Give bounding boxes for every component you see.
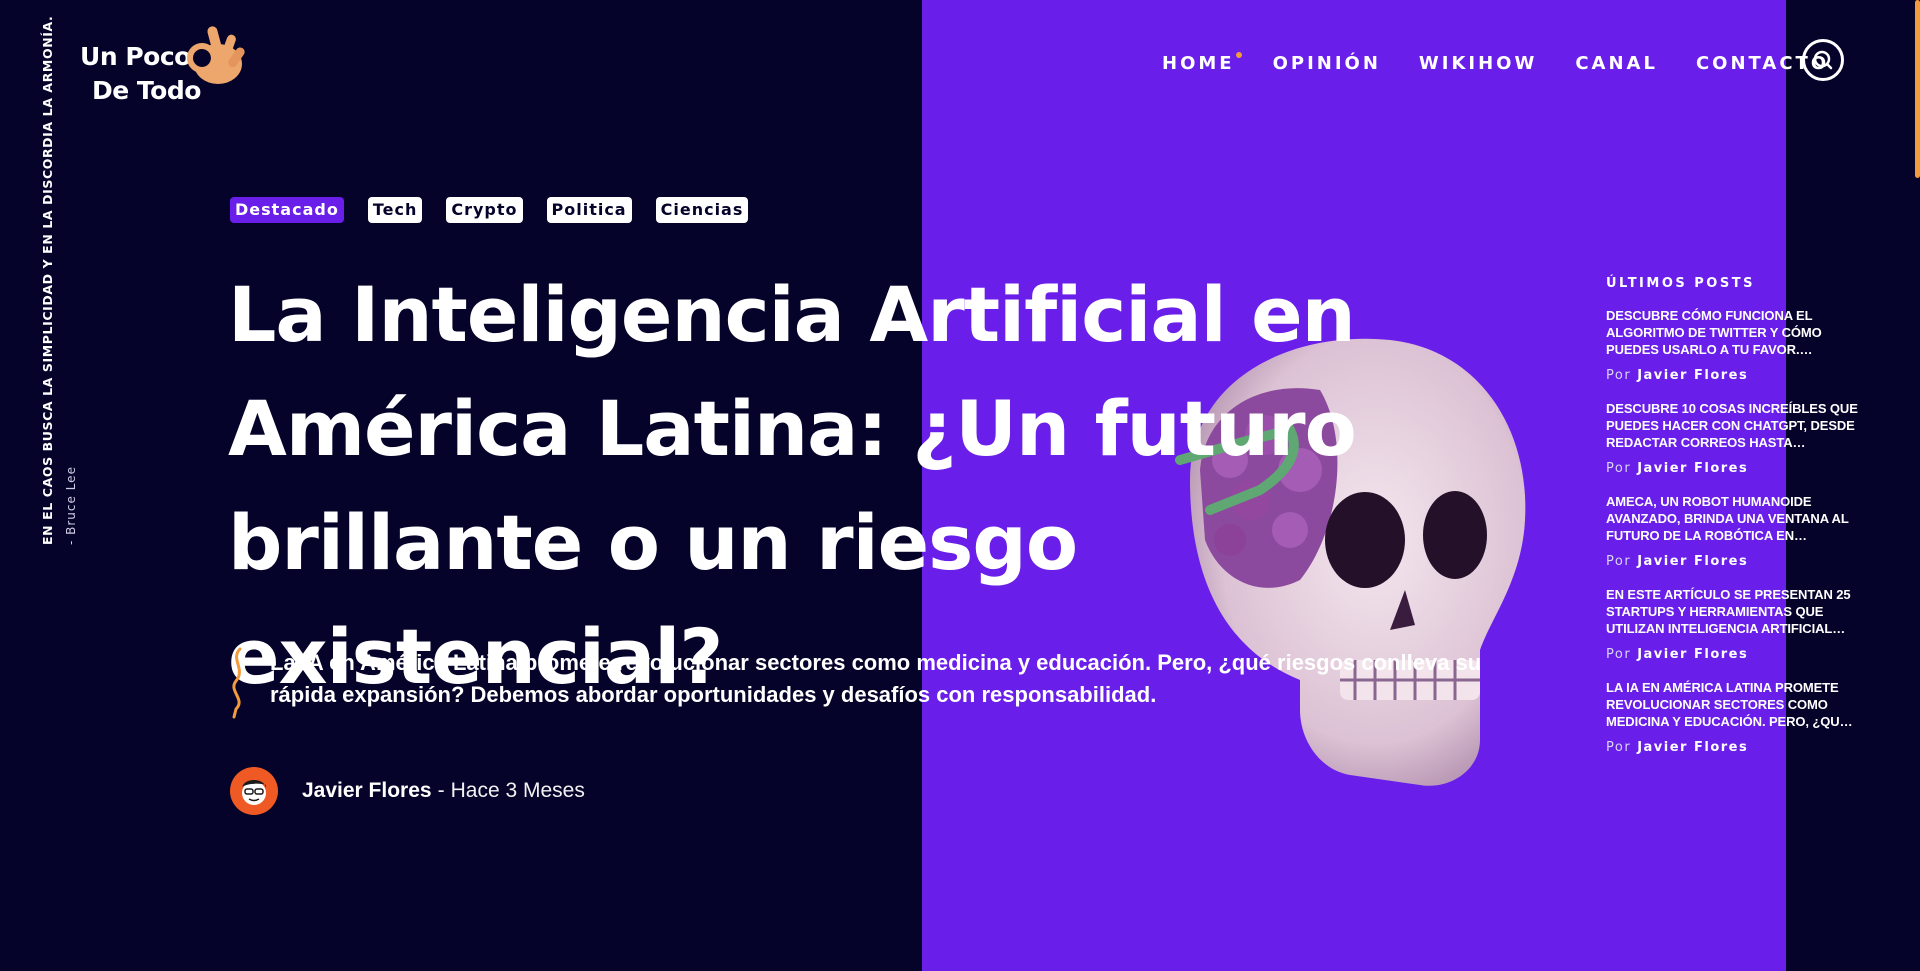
nav-item-canal[interactable]: CANAL xyxy=(1575,52,1658,76)
post-title-link[interactable]: AMECA, UN ROBOT HUMANOIDE AVANZADO, BRIN… xyxy=(1606,493,1866,544)
post-author-link[interactable]: Javier Flores xyxy=(1637,461,1748,476)
post-author-link[interactable]: Javier Flores xyxy=(1637,647,1748,662)
latest-posts: ÚLTIMOS POSTS DESCUBRE CÓMO FUNCIONA EL … xyxy=(1606,276,1866,772)
search-button[interactable] xyxy=(1802,39,1844,81)
post-by-label: Por xyxy=(1606,461,1632,476)
post-meta: Por Javier Flores xyxy=(1606,368,1866,383)
article-author: Javier Flores - Hace 3 Meses xyxy=(230,767,585,815)
main-nav: HOME OPINIÓN WIKIHOW CANAL CONTACTO xyxy=(1162,52,1867,76)
post-title-link[interactable]: DESCUBRE 10 COSAS INCREÍBLES QUE PUEDES … xyxy=(1606,400,1866,451)
nav-item-label: HOME xyxy=(1162,53,1235,74)
post-by-label: Por xyxy=(1606,554,1632,569)
article-title[interactable]: La Inteligencia Artificial en América La… xyxy=(228,258,1528,714)
nav-item-label: WIKIHOW xyxy=(1418,53,1538,74)
post-author-link[interactable]: Javier Flores xyxy=(1637,740,1748,755)
tag-ciencias[interactable]: Ciencias xyxy=(655,197,749,223)
post-title-link[interactable]: EN ESTE ARTÍCULO SE PRESENTAN 25 STARTUP… xyxy=(1606,586,1866,637)
nav-item-label: CANAL xyxy=(1575,53,1658,74)
active-indicator-dot xyxy=(1235,52,1242,58)
nav-item-label: OPINIÓN xyxy=(1272,53,1381,74)
squiggle-decoration-icon xyxy=(232,647,242,719)
post-author-link[interactable]: Javier Flores xyxy=(1637,554,1748,569)
list-item: EN ESTE ARTÍCULO SE PRESENTAN 25 STARTUP… xyxy=(1606,586,1866,662)
publish-time: Hace 3 Meses xyxy=(450,779,585,802)
post-by-label: Por xyxy=(1606,647,1632,662)
category-tags: Destacado Tech Crypto Politica Ciencias xyxy=(230,197,749,223)
tag-politica[interactable]: Politica xyxy=(546,197,632,223)
list-item: AMECA, UN ROBOT HUMANOIDE AVANZADO, BRIN… xyxy=(1606,493,1866,569)
author-separator: - xyxy=(437,779,445,802)
post-title-link[interactable]: LA IA EN AMÉRICA LATINA PROMETE REVOLUCI… xyxy=(1606,679,1866,730)
tag-tech[interactable]: Tech xyxy=(367,197,423,223)
search-icon xyxy=(1813,50,1833,70)
nav-item-opinion[interactable]: OPINIÓN xyxy=(1273,52,1381,76)
list-item: LA IA EN AMÉRICA LATINA PROMETE REVOLUCI… xyxy=(1606,679,1866,755)
post-title-link[interactable]: DESCUBRE CÓMO FUNCIONA EL ALGORITMO DE T… xyxy=(1606,307,1866,358)
post-by-label: Por xyxy=(1606,740,1632,755)
latest-posts-heading: ÚLTIMOS POSTS xyxy=(1606,276,1755,291)
post-meta: Por Javier Flores xyxy=(1606,461,1866,476)
list-item: DESCUBRE CÓMO FUNCIONA EL ALGORITMO DE T… xyxy=(1606,307,1866,383)
scroll-progress-bar[interactable] xyxy=(1915,0,1920,178)
post-author-link[interactable]: Javier Flores xyxy=(1637,368,1748,383)
avatar-face-icon xyxy=(242,780,266,805)
tag-destacado[interactable]: Destacado xyxy=(230,197,344,223)
ok-hand-icon xyxy=(187,26,245,84)
nav-item-home[interactable]: HOME xyxy=(1162,52,1242,76)
nav-item-wikihow[interactable]: WIKIHOW xyxy=(1419,52,1537,76)
tag-crypto[interactable]: Crypto xyxy=(446,197,523,223)
post-meta: Por Javier Flores xyxy=(1606,647,1866,662)
post-meta: Por Javier Flores xyxy=(1606,554,1866,569)
avatar[interactable] xyxy=(230,767,278,815)
vertical-quote-text: EN EL CAOS BUSCA LA SIMPLICIDAD Y EN LA … xyxy=(40,15,55,545)
list-item: DESCUBRE 10 COSAS INCREÍBLES QUE PUEDES … xyxy=(1606,400,1866,476)
post-by-label: Por xyxy=(1606,368,1632,383)
author-name[interactable]: Javier Flores xyxy=(302,779,432,803)
site-logo[interactable]: Un Poco De Todo xyxy=(70,26,245,108)
post-meta: Por Javier Flores xyxy=(1606,740,1866,755)
article-excerpt: La IA en América Latina promete revoluci… xyxy=(270,650,1482,707)
